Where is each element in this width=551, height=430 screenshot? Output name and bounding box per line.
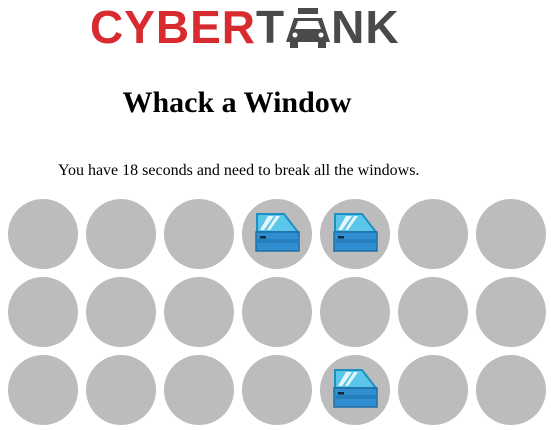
hole[interactable] [320,277,390,347]
hole[interactable] [398,277,468,347]
tank-icon [286,6,331,48]
hole[interactable] [476,199,546,269]
hole[interactable] [398,199,468,269]
hole[interactable] [164,277,234,347]
car-window-icon [333,369,378,408]
hole[interactable] [86,355,156,425]
hole[interactable] [164,199,234,269]
hole[interactable] [8,199,78,269]
hole[interactable] [476,355,546,425]
hole[interactable] [476,277,546,347]
logo-cyber-text: CYBER [90,1,257,53]
hole[interactable] [8,277,78,347]
page-title: Whack a Window [122,86,352,119]
hole[interactable] [8,355,78,425]
logo-nk-text: NK [331,1,400,53]
hole-with-window[interactable] [320,355,390,425]
hole-with-window[interactable] [320,199,390,269]
hole[interactable] [242,277,312,347]
hole-with-window[interactable] [242,199,312,269]
car-window-icon [255,213,300,252]
car-window-icon [333,213,378,252]
hole[interactable] [86,199,156,269]
hole[interactable] [398,355,468,425]
whack-grid [8,199,551,425]
cybertank-logo: CYBER T NK [90,4,400,50]
hole[interactable] [164,355,234,425]
logo-t-text: T [256,1,286,53]
game-instructions: You have 18 seconds and need to break al… [58,162,420,179]
hole[interactable] [86,277,156,347]
hole[interactable] [242,355,312,425]
